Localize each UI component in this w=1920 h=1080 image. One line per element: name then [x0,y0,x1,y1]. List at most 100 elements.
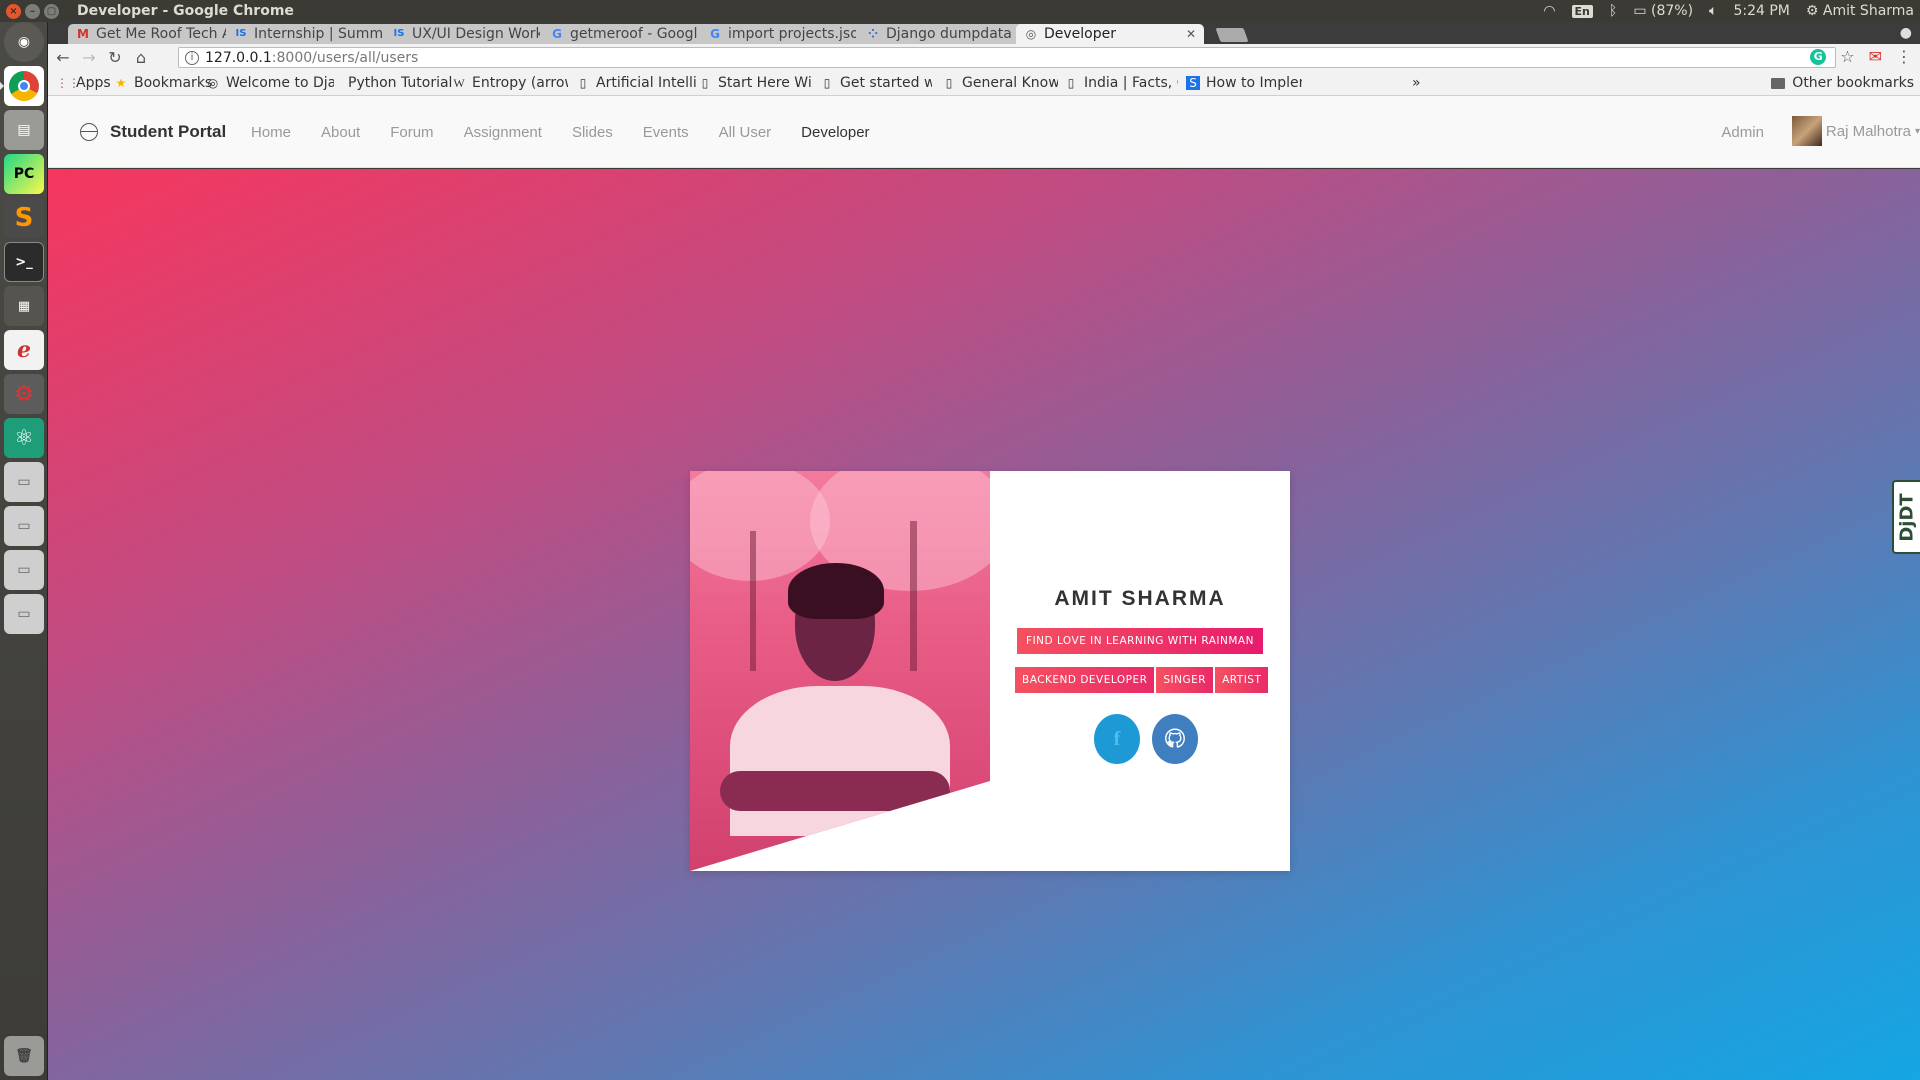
is-icon: IS [235,28,247,39]
facebook-icon[interactable]: f [1094,714,1140,764]
caret-down-icon: ▾ [1914,125,1920,137]
dash-home-icon[interactable]: ◉ [4,22,44,62]
tab-title: UX/UI Design Work [412,26,540,42]
clock[interactable]: 5:24 PM [1733,3,1789,19]
bookmark-label: Welcome to Djar [226,75,334,91]
grammarly-icon[interactable]: G [1810,48,1827,65]
gmail-checker-icon[interactable]: ✉ [1869,47,1882,66]
tag-artist: ARTIST [1215,667,1269,693]
keyboard-layout[interactable]: En [1571,4,1593,18]
workspace-switcher-icon[interactable]: ▦ [4,286,44,326]
bookmark-apps[interactable]: ⋮⋮ Apps [56,75,111,91]
bookmark-item[interactable]: W Entropy (arrow c [452,75,568,91]
tab-developer[interactable]: ◎ Developer ✕ [1016,24,1204,44]
atom-icon[interactable]: ⚛ [4,418,44,458]
profile-info: AMIT SHARMA FIND LOVE IN LEARNING WITH R… [990,471,1290,871]
bookmark-star-icon[interactable]: ☆ [1840,47,1854,66]
bookmark-item[interactable]: ◎ Welcome to Djar [206,75,334,91]
bookmarks-overflow-button[interactable]: » [1412,75,1421,91]
dots-icon: ⁘ [867,27,879,41]
django-debug-toolbar-handle[interactable]: DjDT [1892,480,1920,554]
bookmark-label: Bookmarks [134,75,213,91]
trash-icon[interactable]: 🗑︎ [4,1036,44,1076]
other-bookmarks-label: Other bookmarks [1792,75,1914,91]
tab-uxui[interactable]: IS UX/UI Design Work ✕ [384,24,564,44]
site-brand[interactable]: Student Portal [80,122,226,142]
nav-about[interactable]: About [321,124,360,141]
tab-strip: M Get Me Roof Tech A ✕ IS Internship | S… [48,22,1920,44]
wifi-icon[interactable]: ◠ [1543,3,1555,19]
bookmark-label: Python Tutorial: [348,75,454,91]
battery-percent: (87%) [1651,3,1694,19]
tab-import-projects[interactable]: G import projects.jso ✕ [700,24,880,44]
bookmark-item[interactable]: ▯ Get started with [820,75,932,91]
drive-icon[interactable]: ▭ [4,462,44,502]
chrome-icon[interactable] [0,66,44,106]
back-icon[interactable]: ← [50,48,76,67]
drive-icon[interactable]: ▭ [4,506,44,546]
nav-home[interactable]: Home [251,124,291,141]
terminal-icon[interactable]: >_ [4,242,44,282]
site-nav: Home About Forum Assignment Slides Event… [251,124,900,141]
profile-icon[interactable]: ● [1900,25,1912,41]
user-menu[interactable]: Raj Malhotra ▾ [1791,116,1920,146]
globe-icon: ◎ [1025,27,1037,41]
home-icon[interactable]: ⌂ [128,48,154,67]
bookmark-label: Get started with [840,75,932,91]
profile-photo [690,471,990,871]
reload-icon[interactable]: ↻ [102,48,128,67]
sublime-text-icon[interactable]: S [4,198,44,238]
tab-django-dumpdata[interactable]: ⁘ Django dumpdata ✕ [858,24,1038,44]
site-info-icon[interactable]: i [185,50,199,65]
minimize-window-button[interactable]: – [25,3,40,19]
bluetooth-icon[interactable]: ᛒ [1609,3,1617,19]
files-icon[interactable]: ▤ [4,110,44,150]
bookmark-item[interactable]: ▯ Artificial Intellig [576,75,696,91]
maximize-window-button[interactable]: ▢ [44,3,59,19]
volume-icon[interactable]: 🔈︎ [1709,3,1717,19]
tag-singer: SINGER [1156,667,1214,693]
photo-tree [690,471,830,581]
system-settings-icon[interactable]: ⚙ [4,374,44,414]
pycharm-icon[interactable]: PC [4,154,44,194]
drive-icon[interactable]: ▭ [4,550,44,590]
bookmark-item[interactable]: ▯ General Knowlec [942,75,1058,91]
close-window-button[interactable]: × [6,3,21,19]
forward-icon[interactable]: → [76,48,102,67]
nav-assignment[interactable]: Assignment [464,124,542,141]
document-viewer-icon[interactable]: ℯ [4,330,44,370]
nav-all-user[interactable]: All User [719,124,772,141]
new-tab-button[interactable] [1215,28,1249,42]
close-tab-icon[interactable]: ✕ [1186,27,1196,41]
menu-icon[interactable]: ⋮ [1896,47,1912,66]
photo-trunk [750,531,756,671]
drive-icon[interactable]: ▭ [4,594,44,634]
nav-developer[interactable]: Developer [801,124,869,141]
page-icon: ▯ [701,76,709,90]
tab-internship[interactable]: IS Internship | Summe ✕ [226,24,406,44]
github-icon[interactable] [1152,714,1198,764]
launcher: ◉ ▤ PC S >_ ▦ ℯ ⚙ ⚛ ▭ ▭ ▭ ▭ 🗑︎ [0,22,48,1080]
google-icon: G [552,27,562,41]
tab-getmeroof[interactable]: G getmeroof - Google ✕ [542,24,722,44]
admin-link[interactable]: Admin [1721,124,1764,141]
bookmark-bookmarks[interactable]: ★ Bookmarks [114,75,213,91]
tab-title: Developer [1044,26,1117,42]
page-icon: ▯ [579,76,587,90]
profile-name: AMIT SHARMA [1054,587,1226,610]
page-icon: ▯ [823,76,831,90]
nav-forum[interactable]: Forum [390,124,433,141]
nav-slides[interactable]: Slides [572,124,613,141]
bookmark-item[interactable]: Python Tutorial: [348,75,454,91]
session-menu[interactable]: ⚙ Amit Sharma [1806,3,1914,19]
address-bar[interactable]: i 127.0.0.1:8000/users/all/users [178,47,1836,68]
bookmark-item[interactable]: ▯ India | Facts, Cul [1064,75,1178,91]
bookmark-item[interactable]: S How to Impleme [1186,75,1302,91]
wikipedia-icon: W [453,75,465,90]
system-top-panel: × – ▢ Developer - Google Chrome ◠ En ᛒ ▭… [0,0,1920,22]
battery-indicator[interactable]: ▭ (87%) [1633,3,1693,19]
other-bookmarks[interactable]: Other bookmarks [1771,75,1914,91]
tab-gmail[interactable]: M Get Me Roof Tech A ✕ [68,24,250,44]
nav-events[interactable]: Events [643,124,689,141]
bookmark-item[interactable]: ▯ Start Here With [698,75,812,91]
